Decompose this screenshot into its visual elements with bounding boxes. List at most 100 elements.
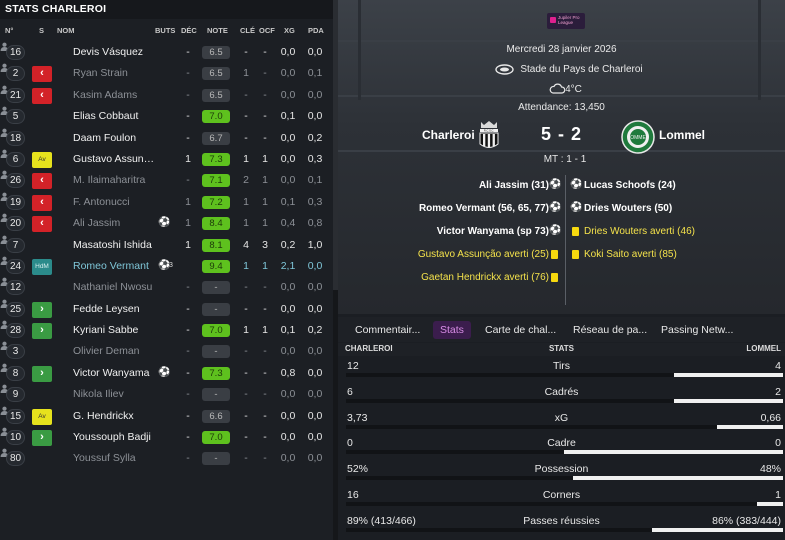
player-name[interactable]: Kasim Adams [73, 89, 155, 101]
away-team-crest[interactable]: LOMMEL [621, 120, 655, 154]
table-row[interactable]: 8 › Victor Wanyama ⚽ -7.3- -0,8 0,0 [0, 363, 333, 384]
col-pda[interactable]: PDA [308, 26, 324, 35]
chances-created: - [263, 388, 267, 401]
player-rating: 6.6 [202, 409, 230, 423]
expected-goals: 0,0 [280, 46, 296, 58]
col-cle[interactable]: CLÉ [240, 26, 255, 35]
tab-stats[interactable]: Stats [433, 321, 471, 339]
decisive-passes: - [186, 431, 190, 444]
chances-created: 1 [262, 174, 268, 187]
table-row[interactable]: 24 HdM Romeo Vermant ⚽ 3 9.4 1 1 2,1 0,0 [0, 256, 333, 277]
table-row[interactable]: 5 Elias Cobbaut -7.0- -0,1 0,0 [0, 106, 333, 127]
player-name[interactable]: Devis Vásquez [73, 46, 155, 58]
player-name[interactable]: Romeo Vermant [73, 260, 155, 272]
football-icon: ⚽ [158, 217, 171, 229]
tab-commentary[interactable]: Commentair... [355, 321, 420, 339]
player-name[interactable]: Victor Wanyama [73, 367, 155, 379]
col-ocf[interactable]: OCF [259, 26, 275, 35]
table-row[interactable]: 12 Nathaniel Nwosu - - - -0,0 0,0 [0, 277, 333, 298]
player-name[interactable]: Gustavo Assunç... [73, 153, 155, 165]
decisive-passes: 1 [185, 152, 191, 165]
col-num[interactable]: N° [5, 26, 13, 35]
expected-assists: 0,0 [307, 46, 323, 58]
player-name[interactable]: Ali Jassim [73, 217, 155, 229]
player-name[interactable]: Fedde Leysen [73, 303, 155, 315]
shirt-number: 9 [6, 387, 25, 403]
player-name[interactable]: F. Antonucci [73, 196, 155, 208]
player-name[interactable]: Youssuf Sylla [73, 452, 155, 464]
final-score: 5 - 2 [540, 124, 583, 144]
player-name[interactable]: Elias Cobbaut [73, 110, 155, 122]
table-row[interactable]: 28 › Kyriani Sabbe -7.0 1 1 0,1 0,2 [0, 320, 333, 341]
expected-goals: 0,8 [280, 366, 296, 379]
stat-bar-home [346, 424, 717, 429]
player-name[interactable]: Kyriani Sabbe [73, 324, 155, 336]
table-row[interactable]: 20 ‹ Ali Jassim ⚽ 1 8.4 1 1 0,4 0,8 [0, 213, 333, 234]
col-xg[interactable]: XG [284, 26, 295, 35]
stat-label: Cadre [547, 437, 576, 450]
key-passes: 1 [243, 195, 249, 208]
player-name[interactable]: Masatoshi Ishida [73, 239, 155, 251]
expected-assists: 0,1 [307, 67, 323, 80]
expected-assists: 0,0 [307, 345, 323, 358]
table-row[interactable]: 18 Daam Foulon -6.7- -0,0 0,2 [0, 128, 333, 149]
key-passes: 1 [243, 152, 249, 165]
player-name[interactable]: G. Hendrickx [73, 410, 155, 422]
player-name[interactable]: Nathaniel Nwosu [73, 281, 155, 293]
table-row[interactable]: 2 ‹ Ryan Strain -6.5 1-0,0 0,1 [0, 63, 333, 84]
player-rating: 8.4 [202, 217, 230, 231]
table-row[interactable]: 21 ‹ Kasim Adams -6.5- -0,0 0,0 [0, 85, 333, 106]
table-row[interactable]: 25 › Fedde Leysen - - - -0,0 0,0 [0, 299, 333, 320]
league-logo-mark [550, 17, 556, 23]
table-row[interactable]: 26 ‹ M. Ilaimaharitra -7.1 2 1 0,0 0,1 [0, 170, 333, 191]
col-sub[interactable]: S [39, 26, 44, 35]
col-buts[interactable]: BUTS [155, 26, 175, 35]
table-row[interactable]: 9 Nikola Iliev - - - -0,0 0,0 [0, 384, 333, 405]
table-row[interactable]: 6 Av Gustavo Assunç... 1 7.3 1 1 0,0 0,3 [0, 149, 333, 170]
shirt-number: 16 [6, 45, 25, 60]
expected-assists: 0,2 [307, 131, 323, 144]
sub-off-icon: ‹ [32, 173, 52, 190]
player-name[interactable]: Youssouph Badji [73, 431, 155, 443]
col-dec[interactable]: DÉC [181, 26, 197, 35]
player-rating: 6.5 [202, 88, 230, 102]
stadium-name: Stade du Pays de Charleroi [520, 64, 643, 75]
player-rating: - [202, 281, 230, 295]
table-row[interactable]: 3 Olivier Deman - - - -0,0 0,0 [0, 341, 333, 362]
sub-off-icon: ‹ [32, 87, 52, 104]
table-row[interactable]: 16 Devis Vásquez -6.5- -0,0 0,0 [0, 42, 333, 63]
decisive-passes: - [186, 324, 190, 337]
player-stats-panel: STATS CHARLEROI N° S NOM BUTS DÉC NOTE C… [0, 0, 333, 540]
key-passes: - [244, 366, 248, 379]
table-row[interactable]: 7 Masatoshi Ishida 1 8.1 4 3 0,2 1,0 [0, 235, 333, 256]
tab-passing-network[interactable]: Passing Netw... [661, 321, 733, 339]
tab-shot-map[interactable]: Carte de chal... [485, 321, 556, 339]
key-passes: - [244, 131, 248, 144]
tab-pass-network[interactable]: Réseau de pa... [573, 321, 647, 339]
table-row[interactable]: 80 Youssuf Sylla - - - -0,0 0,0 [0, 448, 333, 469]
player-rating: 7.0 [202, 324, 230, 338]
player-name[interactable]: Daam Foulon [73, 132, 155, 144]
table-row[interactable]: 19 ‹ F. Antonucci 1 7.2 1 1 0,1 0,3 [0, 192, 333, 213]
table-row[interactable]: 10 › Youssouph Badji -7.0- -0,0 0,0 [0, 427, 333, 448]
chances-created: - [263, 67, 267, 80]
player-name[interactable]: Olivier Deman [73, 345, 155, 357]
shirt-number: 12 [6, 280, 25, 296]
expected-assists: 1,0 [307, 238, 323, 251]
yellow-card-icon [572, 250, 579, 259]
stat-away-value: 2 [775, 385, 781, 398]
match-date: Mercredi 28 janvier 2026 [506, 44, 617, 55]
player-name[interactable]: M. Ilaimaharitra [73, 174, 155, 186]
table-row[interactable]: 15 Av G. Hendrickx -6.6- -0,0 0,0 [0, 406, 333, 427]
stat-label: Corners [542, 489, 581, 501]
player-name[interactable]: Ryan Strain [73, 67, 155, 79]
expected-goals: 0,0 [280, 174, 296, 187]
col-name[interactable]: NOM [57, 26, 75, 35]
player-name[interactable]: Nikola Iliev [73, 388, 155, 400]
expected-goals: 0,0 [280, 431, 296, 444]
key-passes: - [244, 452, 248, 465]
col-note[interactable]: NOTE [207, 26, 228, 35]
shirt-number: 25 [6, 301, 25, 317]
yellow-card-icon [551, 250, 558, 259]
away-team-name[interactable]: Lommel [659, 128, 705, 142]
